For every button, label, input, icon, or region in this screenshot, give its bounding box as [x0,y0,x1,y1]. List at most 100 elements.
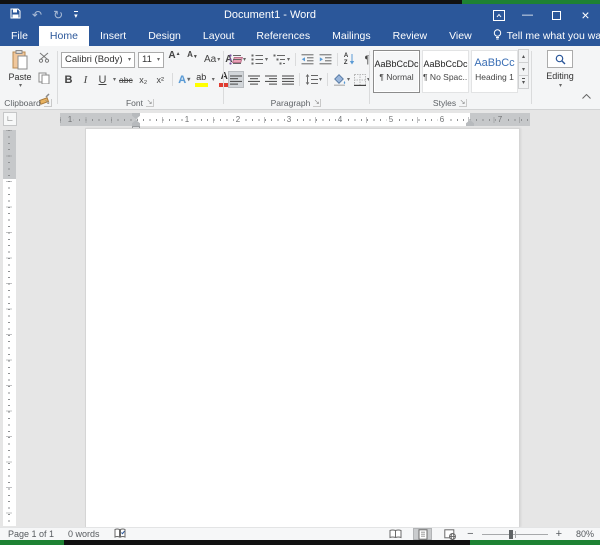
line-spacing-icon [305,74,318,85]
print-layout-button[interactable] [413,528,432,540]
word-count[interactable]: 0 words [68,529,100,539]
word-window: ↶ ↻ ▾ Document1 - Word — × File Home Ins… [0,0,600,545]
subscript-button[interactable]: x₂ [136,71,151,88]
styles-dialog-launcher-icon[interactable]: ↘ [459,99,467,107]
font-dialog-launcher-icon[interactable]: ↘ [146,99,154,107]
ruler-number: 6 [438,115,446,124]
tab-insert[interactable]: Insert [89,26,137,46]
justify-icon [282,75,294,85]
align-left-button[interactable] [228,71,244,88]
italic-button[interactable]: I [78,71,93,88]
line-spacing-button[interactable]: ▾ [304,71,323,88]
ruler-number: 2 [234,115,242,124]
tell-me-box[interactable]: Tell me what you want to do [483,26,600,46]
minimize-button[interactable]: — [513,4,542,26]
align-center-button[interactable] [246,71,261,88]
tab-file[interactable]: File [0,26,39,46]
tab-review[interactable]: Review [382,26,438,46]
numbering-button[interactable]: ▾ [250,51,269,68]
styles-scroll-down-icon[interactable]: ▾ [518,62,529,76]
sort-button[interactable]: AZ [342,51,357,68]
tab-references[interactable]: References [245,26,321,46]
desktop-strip-bottom [0,540,600,545]
zoom-out-button[interactable]: − [467,529,473,540]
maximize-button[interactable] [542,4,571,26]
find-button[interactable] [547,50,573,68]
maximize-icon [552,11,561,20]
group-clipboard: Paste ▾ Clipboard ↘ [0,46,56,109]
styles-gallery-more-icon[interactable]: ▾ [518,75,529,89]
editing-button[interactable]: Editing ▾ [532,50,588,89]
font-size-combo[interactable]: 11 ▾ [138,52,164,68]
tab-view[interactable]: View [438,26,483,46]
proofing-icon[interactable] [114,528,126,541]
zoom-slider[interactable] [482,529,548,540]
document-page[interactable] [85,128,520,527]
styles-gallery-scroll: ▴ ▾ ▾ [518,50,529,89]
style-normal[interactable]: AaBbCcDc ¶ Normal [373,50,420,93]
increase-indent-button[interactable] [318,51,333,68]
tab-design[interactable]: Design [137,26,192,46]
customize-qat-icon[interactable]: ▾ [74,11,78,20]
ribbon-display-options-icon[interactable] [484,4,513,26]
styles-scroll-up-icon[interactable]: ▴ [518,49,529,63]
separator [172,73,173,86]
search-icon [555,54,566,65]
bullets-button[interactable]: ▾ [228,51,247,68]
web-layout-button[interactable] [440,528,459,540]
shading-button[interactable]: ▾ [332,71,351,88]
font-family-combo[interactable]: Calibri (Body) ▾ [61,52,135,68]
justify-button[interactable] [280,71,295,88]
undo-icon[interactable]: ↶ [32,9,42,21]
style-heading-1[interactable]: AaBbCc Heading 1 [471,50,518,93]
paste-dropdown-icon: ▾ [19,82,22,89]
vertical-ruler [3,130,16,526]
tab-layout[interactable]: Layout [192,26,246,46]
ribbon-tab-bar: File Home Insert Design Layout Reference… [0,26,600,46]
shrink-font-button[interactable]: A▼ [185,51,200,68]
highlight-color-button[interactable]: ab [194,71,209,88]
zoom-level[interactable]: 80% [570,529,594,539]
page-indicator[interactable]: Page 1 of 1 [8,529,54,539]
clipboard-dialog-launcher-icon[interactable]: ↘ [44,99,52,107]
decrease-indent-button[interactable] [300,51,315,68]
ruler-number: 3 [285,115,293,124]
font-size-value: 11 [142,54,153,65]
highlight-dropdown-icon[interactable]: ▾ [212,76,215,83]
bullets-icon [229,54,242,65]
ruler-number: 1 [183,115,191,124]
align-right-icon [265,75,277,85]
align-right-button[interactable] [263,71,278,88]
save-icon[interactable] [10,6,21,24]
tell-me-label: Tell me what you want to do [507,30,600,42]
underline-button[interactable]: U [95,71,110,88]
strikethrough-button[interactable]: abc [118,71,134,88]
collapse-ribbon-icon[interactable] [582,86,591,104]
align-left-icon [230,75,242,85]
group-editing: Editing ▾ [532,46,588,109]
superscript-button[interactable]: x² [153,71,168,88]
redo-icon[interactable]: ↻ [53,9,63,21]
status-right: − + 80% [386,528,600,540]
close-button[interactable]: × [571,4,600,26]
grow-font-button[interactable]: A▲ [167,51,182,68]
ruler-number: 7 [496,115,504,124]
copy-icon[interactable] [38,71,50,89]
tab-mailings[interactable]: Mailings [321,26,382,46]
bold-button[interactable]: B [61,71,76,88]
title-bar: ↶ ↻ ▾ Document1 - Word — × [0,4,600,26]
underline-dropdown-icon[interactable]: ▾ [113,76,116,83]
zoom-slider-thumb[interactable] [509,530,513,539]
paragraph-dialog-launcher-icon[interactable]: ↘ [313,99,321,107]
cut-icon[interactable] [38,50,50,68]
text-effects-button[interactable]: A▾ [177,71,192,88]
style-no-spacing[interactable]: AaBbCcDc ¶ No Spac... [422,50,469,93]
change-case-button[interactable]: Aa▾ [203,51,221,68]
multilevel-list-button[interactable]: ▾ [272,51,291,68]
ribbon: Paste ▾ Clipboard ↘ [0,46,600,110]
tab-home[interactable]: Home [39,26,89,46]
zoom-in-button[interactable]: + [556,529,562,540]
tab-selector[interactable]: ∟ [3,112,17,126]
highlight-swatch [195,83,208,87]
read-mode-button[interactable] [386,528,405,540]
